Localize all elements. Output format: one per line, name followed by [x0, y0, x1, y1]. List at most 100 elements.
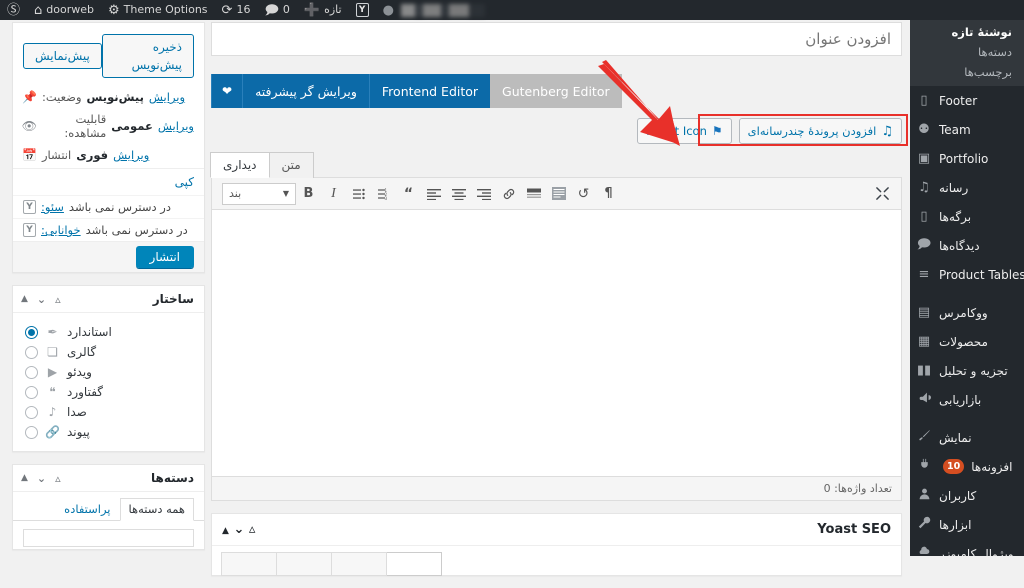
preview-button[interactable]: پیش‌نمایش — [23, 43, 102, 69]
sidebar-subitem-categories[interactable]: دسته‌ها — [910, 42, 1024, 62]
admin-bar-new-content[interactable]: تازه ➕ — [297, 0, 349, 20]
admin-bar-wp-logo[interactable]: Ⓢ — [0, 0, 27, 20]
gutenberg-editor-button[interactable]: Gutenberg Editor — [490, 74, 622, 108]
publish-date-edit-link[interactable]: ویرایش — [113, 148, 149, 162]
bulleted-list-icon[interactable] — [346, 181, 371, 207]
chevron-up-icon[interactable]: ▵ — [249, 522, 256, 537]
sidebar-item-users[interactable]: کاربران — [910, 481, 1024, 510]
seo-score-label[interactable]: سئو: — [41, 200, 64, 214]
admin-bar-yoast[interactable]: Y — [349, 0, 376, 20]
align-center-icon[interactable] — [446, 181, 471, 207]
chevron-down-icon[interactable]: ⌄ — [233, 522, 244, 537]
format-radio[interactable] — [25, 365, 38, 379]
admin-bar-comments[interactable]: 0 🗩 — [257, 0, 296, 20]
format-radio[interactable] — [25, 385, 38, 399]
admin-bar-theme-options[interactable]: Theme Options ⚙ — [101, 0, 215, 20]
postbox-handles[interactable]: ▵ ⌄ ▲ — [21, 472, 61, 485]
format-radio[interactable] — [25, 345, 38, 359]
quote-icon: ❝ — [49, 385, 56, 399]
sidebar-item-label: Portfolio — [939, 151, 989, 166]
align-right-icon[interactable] — [471, 181, 496, 207]
visibility-edit-link[interactable]: ویرایش — [158, 119, 194, 133]
format-option-quote[interactable]: گفتاورد ❝ — [23, 382, 194, 402]
format-option-standard[interactable]: استاندارد ✒ — [23, 322, 194, 342]
collapse-toggle-icon[interactable]: ▲ — [21, 294, 28, 304]
format-radio[interactable] — [25, 425, 38, 439]
chevron-down-icon[interactable]: ⌄ — [37, 293, 46, 306]
sidebar-item-team[interactable]: Team ⚉ — [910, 115, 1024, 144]
sidebar-subitem-new-post[interactable]: نوشتهٔ تازه — [910, 22, 1024, 42]
sidebar-item-analytics[interactable]: تجزیه و تحلیل ▮▮ — [910, 356, 1024, 385]
sidebar-item-products[interactable]: محصولات ▦ — [910, 327, 1024, 356]
format-option-link[interactable]: پیوند 🔗 — [23, 422, 194, 442]
postbox-handles[interactable]: ▵ ⌄ ▲ — [222, 522, 255, 537]
admin-bar-status-dot[interactable]: ● — [376, 0, 401, 20]
save-draft-button[interactable]: ذخیره پیش‌نویس — [101, 34, 194, 78]
sidebar-item-visual-composer[interactable]: ویژوال کامپوزر — [910, 539, 1024, 556]
update-refresh-icon: ⟳ — [221, 2, 233, 18]
pages-icon: ▯ — [920, 209, 928, 224]
tab-most-used-categories[interactable]: پراستفاده — [55, 498, 119, 520]
copy-link[interactable]: کپی — [175, 175, 194, 189]
frontend-editor-button[interactable]: Frontend Editor — [368, 74, 491, 108]
sidebar-item-plugins[interactable]: افزونه‌ها 10 — [910, 452, 1024, 481]
chevron-up-icon[interactable]: ▵ — [55, 472, 61, 485]
italic-icon[interactable]: I — [321, 181, 346, 207]
sidebar-item-label: کاربران — [939, 488, 977, 503]
paragraph-format-select[interactable]: بند ▼ — [222, 182, 296, 205]
postbox-handles[interactable]: ▵ ⌄ ▲ — [21, 293, 61, 306]
tab-visual-editor[interactable]: دیداری — [210, 152, 270, 178]
format-option-audio[interactable]: صدا ♪ — [23, 402, 194, 422]
publish-button[interactable]: انتشار — [135, 246, 194, 268]
sidebar-item-comments[interactable]: دیدگاه‌ها 🗩 — [910, 231, 1024, 260]
kitchen-sink-icon[interactable] — [546, 181, 571, 207]
new-content-label: تازه — [324, 3, 342, 16]
sidebar-item-media[interactable]: رسانه ♫ — [910, 173, 1024, 202]
categories-list[interactable] — [23, 529, 194, 547]
collapse-toggle-icon[interactable]: ▲ — [21, 473, 28, 483]
link-icon[interactable] — [496, 181, 521, 207]
rtl-paragraph-icon[interactable]: ¶ — [596, 181, 621, 207]
chevron-down-icon[interactable]: ⌄ — [37, 472, 46, 485]
bold-icon[interactable]: B — [296, 181, 321, 207]
sidebar-subitem-tags[interactable]: برچسب‌ها — [910, 62, 1024, 82]
read-more-icon[interactable] — [521, 181, 546, 207]
status-edit-link[interactable]: ویرایش — [149, 90, 185, 104]
sidebar-item-woocommerce[interactable]: ووکامرس ▤ — [910, 298, 1024, 327]
collapse-toggle-icon[interactable]: ▲ — [222, 526, 229, 536]
format-option-gallery[interactable]: گالری ❏ — [23, 342, 194, 362]
sidebar-item-portfolio[interactable]: Portfolio ▣ — [910, 144, 1024, 173]
heart-button[interactable]: ❤ — [211, 74, 243, 108]
sidebar-item-marketing[interactable]: بازاریابی — [910, 385, 1024, 414]
plugins-icon — [916, 458, 932, 475]
format-radio[interactable] — [25, 405, 38, 419]
woocommerce-icon: ▤ — [917, 305, 931, 320]
advanced-editor-button[interactable]: ویرایش گر پیشرفته — [242, 74, 369, 108]
fullscreen-icon[interactable] — [870, 181, 895, 207]
megaphone-icon — [916, 391, 932, 408]
editor-content-area[interactable] — [212, 210, 901, 476]
numbered-list-icon[interactable]: 123 — [371, 181, 396, 207]
admin-bar-site-name[interactable]: doorweb ⌂ — [27, 0, 101, 20]
align-left-icon[interactable] — [421, 181, 446, 207]
add-media-button[interactable]: ♫ افزودن پروندهٔ چندرسانه‌ای — [738, 118, 902, 144]
post-format-title: ساختار — [152, 292, 194, 306]
sidebar-item-label: برگه‌ها — [939, 209, 972, 224]
post-title-input[interactable] — [211, 22, 902, 56]
sidebar-item-footer[interactable]: Footer ▯ — [910, 86, 1024, 115]
site-name-label: doorweb — [46, 3, 94, 16]
sidebar-item-appearance[interactable]: نمایش — [910, 423, 1024, 452]
sidebar-item-pages[interactable]: برگه‌ها ▯ — [910, 202, 1024, 231]
undo-icon[interactable]: ↺ — [571, 181, 596, 207]
format-option-video[interactable]: ویدئو ▶ — [23, 362, 194, 382]
tab-all-categories[interactable]: همه دسته‌ها — [119, 498, 194, 521]
tab-text-editor[interactable]: متن — [268, 152, 314, 178]
insert-icon-button[interactable]: ⚑ Insert Icon — [637, 118, 732, 144]
sidebar-item-product-tables[interactable]: Product Tables ≡ — [910, 260, 1024, 289]
blockquote-icon[interactable]: “ — [396, 181, 421, 207]
readability-score-label[interactable]: خوانایی: — [41, 223, 81, 237]
admin-bar-updates[interactable]: 16 ⟳ — [215, 0, 258, 20]
chevron-up-icon[interactable]: ▵ — [55, 293, 61, 306]
sidebar-item-tools[interactable]: ابزارها — [910, 510, 1024, 539]
format-radio[interactable] — [25, 325, 38, 339]
